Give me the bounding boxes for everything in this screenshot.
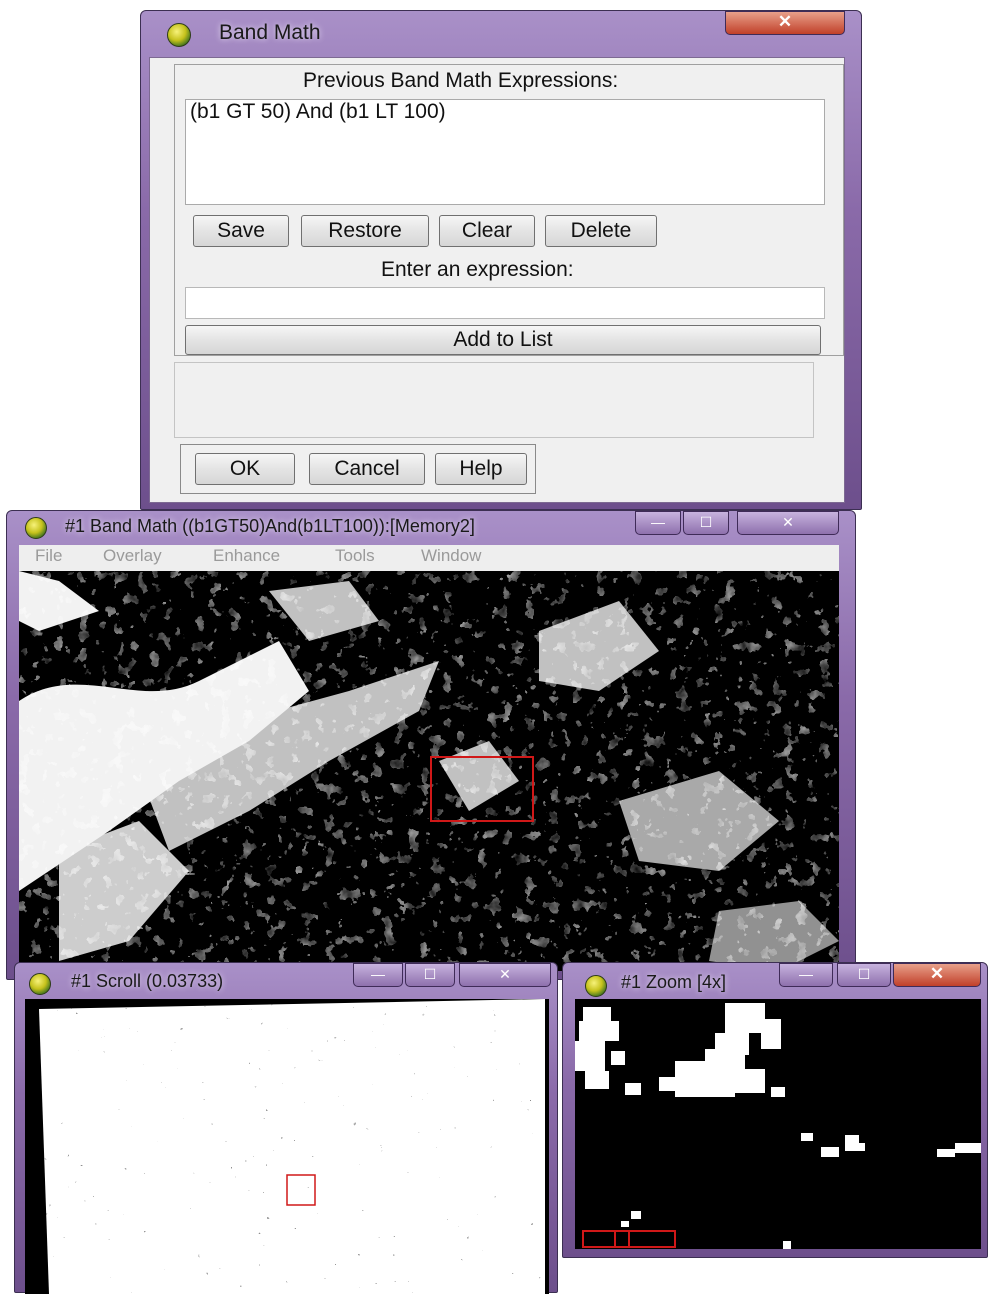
help-button[interactable]: Help [435, 453, 527, 485]
minimize-button[interactable]: — [353, 963, 403, 987]
band-math-dialog: Band Math ✕ Previous Band Math Expressio… [140, 10, 862, 510]
close-icon: ✕ [777, 12, 793, 31]
menu-bar: File Overlay Enhance Tools Window [19, 545, 839, 571]
minimize-icon: — [651, 514, 665, 530]
image-window-title: #1 Band Math ((b1GT50)And(b1LT100)):[Mem… [65, 516, 475, 536]
envi-app-icon [29, 973, 51, 995]
cancel-button[interactable]: Cancel [309, 453, 425, 485]
envi-app-icon [25, 517, 47, 539]
scroll-canvas[interactable] [25, 999, 549, 1294]
delete-button[interactable]: Delete [545, 215, 657, 247]
add-to-list-button[interactable]: Add to List [185, 325, 821, 355]
dialog-body: Previous Band Math Expressions: (b1 GT 5… [149, 57, 845, 503]
band-math-image [19, 571, 839, 971]
scroll-window-title: #1 Scroll (0.03733) [71, 971, 224, 991]
previous-expressions-label: Previous Band Math Expressions: [303, 69, 619, 92]
close-button[interactable]: ✕ [737, 511, 839, 535]
clear-button[interactable]: Clear [439, 215, 535, 247]
close-icon: ✕ [782, 514, 794, 530]
maximize-icon: ☐ [423, 966, 437, 982]
expression-input[interactable] [185, 287, 825, 319]
menu-window[interactable]: Window [421, 546, 481, 566]
help-label: Help [459, 457, 503, 480]
zoom-window: #1 Zoom [4x] — ☐ ✕ [562, 962, 988, 1258]
scroll-window: #1 Scroll (0.03733) — ☐ ✕ [14, 962, 558, 1294]
status-area [174, 362, 814, 438]
envi-app-icon [585, 975, 607, 997]
dialog-title: Band Math [219, 21, 321, 44]
list-item[interactable]: (b1 GT 50) And (b1 LT 100) [190, 100, 446, 124]
close-icon: ✕ [929, 964, 945, 983]
action-button-group: OK Cancel Help [180, 444, 536, 494]
zoom-canvas[interactable] [575, 999, 981, 1249]
maximize-button[interactable]: ☐ [405, 963, 455, 987]
enter-expression-label: Enter an expression: [381, 258, 574, 281]
menu-overlay[interactable]: Overlay [103, 546, 162, 566]
maximize-icon: ☐ [699, 514, 713, 530]
close-icon: ✕ [499, 966, 511, 982]
image-display-canvas[interactable] [19, 571, 839, 971]
close-button[interactable]: ✕ [459, 963, 551, 987]
ok-button[interactable]: OK [195, 453, 295, 485]
minimize-icon: — [371, 966, 385, 982]
expression-group: Previous Band Math Expressions: (b1 GT 5… [174, 64, 844, 356]
ok-label: OK [229, 457, 261, 480]
menu-enhance[interactable]: Enhance [213, 546, 280, 566]
add-to-list-label: Add to List [453, 328, 553, 351]
restore-button[interactable]: Restore [301, 215, 429, 247]
menu-file[interactable]: File [35, 546, 62, 566]
zoom-window-title: #1 Zoom [4x] [621, 972, 727, 992]
close-button[interactable]: ✕ [725, 11, 845, 35]
minimize-button[interactable]: — [635, 511, 681, 535]
scroll-overview-image [25, 999, 549, 1294]
envi-app-icon [167, 23, 191, 47]
restore-label: Restore [328, 219, 402, 242]
zoom-center-marker [582, 1230, 676, 1248]
zoom-pixel-image [575, 1003, 981, 1249]
menu-tools[interactable]: Tools [335, 546, 375, 566]
maximize-button[interactable]: ☐ [683, 511, 729, 535]
save-button[interactable]: Save [193, 215, 289, 247]
previous-expressions-list[interactable]: (b1 GT 50) And (b1 LT 100) [185, 99, 825, 205]
maximize-icon: ☐ [857, 966, 871, 982]
cancel-label: Cancel [334, 457, 400, 480]
minimize-button[interactable]: — [779, 963, 833, 987]
maximize-button[interactable]: ☐ [837, 963, 891, 987]
delete-label: Delete [570, 219, 632, 242]
close-button[interactable]: ✕ [893, 963, 981, 987]
image-window: #1 Band Math ((b1GT50)And(b1LT100)):[Mem… [6, 510, 856, 980]
clear-label: Clear [461, 219, 513, 242]
save-label: Save [217, 219, 265, 242]
minimize-icon: — [799, 966, 813, 982]
